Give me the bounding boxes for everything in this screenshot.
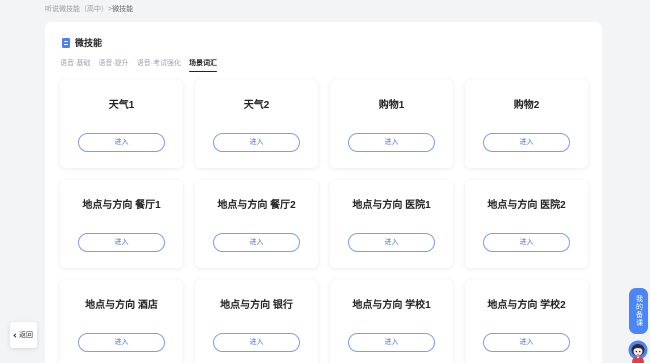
back-button[interactable]: 返回 (10, 322, 37, 348)
enter-button[interactable]: 进入 (348, 233, 435, 252)
card-grid: 天气1 进入 天气2 进入 购物1 进入 购物2 进入 地点与方向 餐厅1 进入 地点与方… (60, 80, 588, 363)
enter-button[interactable]: 进入 (348, 133, 435, 152)
chevron-left-icon (13, 332, 18, 338)
scene-card: 天气1 进入 (60, 80, 183, 168)
back-button-label: 返回 (19, 332, 33, 339)
document-icon (62, 38, 70, 48)
tab-bar: 语音·基础 语音·提升 语音·考试强化 场景词汇 (60, 59, 218, 72)
tab-scene-vocabulary[interactable]: 场景词汇 (189, 59, 218, 72)
card-title: 地点与方向 餐厅1 (82, 200, 161, 211)
breadcrumb-current: 微技能 (112, 6, 134, 13)
enter-button[interactable]: 进入 (78, 233, 165, 252)
main-panel: 微技能 语音·基础 语音·提升 语音·考试强化 场景词汇 天气1 进入 天气2 进入… (45, 22, 602, 363)
enter-button[interactable]: 进入 (78, 333, 165, 352)
enter-button[interactable]: 进入 (348, 333, 435, 352)
tab-phonetics-exam[interactable]: 语音·考试强化 (137, 59, 181, 69)
breadcrumb-parent[interactable]: 听说微技能（高中） (45, 6, 108, 13)
enter-button[interactable]: 进入 (483, 133, 570, 152)
assistant-avatar-icon[interactable] (628, 338, 648, 363)
enter-button[interactable]: 进入 (483, 333, 570, 352)
assistant-avatar-graphic (628, 340, 648, 363)
card-title: 地点与方向 餐厅2 (217, 200, 296, 211)
scene-card: 天气2 进入 (195, 80, 318, 168)
enter-button[interactable]: 进入 (213, 233, 300, 252)
enter-button[interactable]: 进入 (213, 133, 300, 152)
tab-phonetics-advanced[interactable]: 语音·提升 (98, 59, 128, 69)
card-title: 地点与方向 银行 (220, 300, 293, 311)
card-title: 天气2 (243, 100, 270, 111)
enter-button[interactable]: 进入 (213, 333, 300, 352)
card-title: 天气1 (108, 100, 135, 111)
scene-card: 地点与方向 学校2 进入 (465, 280, 588, 363)
scene-card: 地点与方向 学校1 进入 (330, 280, 453, 363)
card-title: 购物2 (513, 100, 540, 111)
scene-card: 地点与方向 银行进入 (195, 280, 318, 363)
scene-card: 地点与方向 医院1 进入 (330, 180, 453, 268)
side-tab-label: 我的备课 (635, 295, 643, 327)
app-root: 听说微技能（高中）>微技能 微技能 语音·基础 语音·提升 语音·考试强化 场景… (0, 0, 650, 363)
card-title: 地点与方向 医院2 (487, 200, 566, 211)
card-title: 地点与方向 酒店 (85, 300, 158, 311)
tab-phonetics-basic[interactable]: 语音·基础 (60, 59, 90, 69)
my-lesson-prep-tab[interactable]: 我的备课 (629, 288, 648, 334)
scene-card: 地点与方向 医院2 进入 (465, 180, 588, 268)
scene-card: 地点与方向 酒店进入 (60, 280, 183, 363)
scene-card: 购物1 进入 (330, 80, 453, 168)
page-title: 微技能 (75, 38, 103, 48)
card-title: 地点与方向 医院1 (352, 200, 431, 211)
scene-card: 地点与方向 餐厅1 进入 (60, 180, 183, 268)
scene-card: 地点与方向 餐厅2 进入 (195, 180, 318, 268)
card-title: 地点与方向 学校2 (487, 300, 566, 311)
scene-card: 购物2 进入 (465, 80, 588, 168)
breadcrumb: 听说微技能（高中）>微技能 (45, 5, 133, 15)
card-title: 购物1 (378, 100, 405, 111)
enter-button[interactable]: 进入 (483, 233, 570, 252)
enter-button[interactable]: 进入 (78, 133, 165, 152)
card-title: 地点与方向 学校1 (352, 300, 431, 311)
